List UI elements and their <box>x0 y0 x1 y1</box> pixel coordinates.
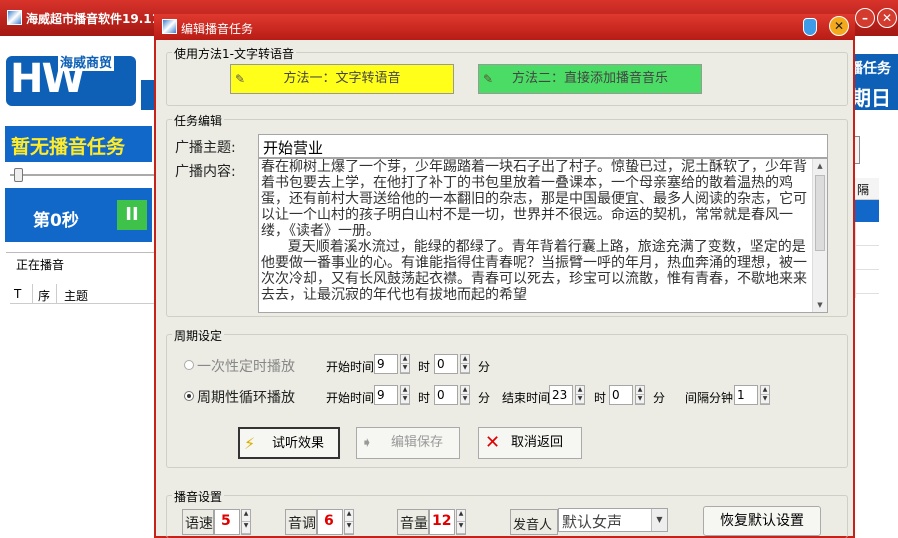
pitch-spinner[interactable]: ▲ ▼ <box>344 509 354 535</box>
tag-icon: ➧ <box>361 435 373 451</box>
content-textarea[interactable]: 春在柳树上爆了一个芽，少年踢踏着一块石子出了村子。惊蛰已过，泥土酥软了，少年背着… <box>258 158 828 313</box>
elapsed-seconds: 第0秒 <box>33 211 79 231</box>
method1-button[interactable]: ✎ 方法一：文字转语音 <box>230 64 454 94</box>
cycle-start-minute-spinner[interactable]: ▲ ▼ <box>460 385 470 405</box>
end-time-label: 结束时间 <box>502 391 551 405</box>
dialog-titlebar <box>154 14 855 40</box>
minimize-icon[interactable]: – <box>855 8 875 28</box>
restore-defaults-button[interactable]: 恢复默认设置 <box>703 506 821 536</box>
pen-icon: ✎ <box>483 72 494 86</box>
interval-input[interactable]: 1 <box>734 385 758 405</box>
volume-label: 音量 <box>397 509 429 535</box>
banner-strip <box>141 80 154 110</box>
task-edit-label: 任务编辑 <box>172 112 225 129</box>
period-group-label: 周期设定 <box>172 327 225 344</box>
once-start-hour-input[interactable]: 9 <box>374 354 398 374</box>
once-start-minute-input[interactable]: 0 <box>434 354 458 374</box>
hour-label: 时 <box>418 391 431 405</box>
interval-label: 间隔分钟 <box>685 391 734 405</box>
volume-input[interactable]: 12 <box>429 509 455 535</box>
main-button-edge <box>855 136 860 164</box>
dialog-close-icon[interactable]: ✕ <box>829 16 849 36</box>
company-logo: HW 海威商贸 <box>6 52 141 110</box>
broadcast-group-label: 播音设置 <box>172 488 225 505</box>
minute-label: 分 <box>478 360 491 374</box>
subject-input[interactable]: 开始营业 <box>258 134 828 158</box>
cycle-end-minute-spinner[interactable]: ▲ ▼ <box>635 385 645 405</box>
lightning-icon: ⚡ <box>244 434 256 453</box>
timer-panel: 第0秒 II <box>5 188 152 242</box>
pitch-input[interactable]: 6 <box>317 509 343 535</box>
subject-label: 广播主题: <box>175 140 236 156</box>
pitch-label: 音调 <box>285 509 317 535</box>
skin-icon[interactable] <box>803 18 817 36</box>
cycle-start-hour-input[interactable]: 9 <box>374 385 398 405</box>
cancel-button[interactable]: ✕ 取消返回 <box>478 427 582 459</box>
minute-label: 分 <box>478 391 491 405</box>
speed-input[interactable]: 5 <box>214 509 240 535</box>
progress-slider[interactable] <box>10 168 158 182</box>
preview-button[interactable]: ⚡ 试听效果 <box>238 427 340 459</box>
cycle-label: 周期性循环播放 <box>197 390 295 406</box>
schedule-table-header: 隔 <box>855 178 879 200</box>
save-button[interactable]: ➧ 编辑保存 <box>356 427 460 459</box>
hour-label: 时 <box>418 360 431 374</box>
dialog-title: 编辑播音任务 <box>181 22 254 36</box>
playing-label: 正在播音 <box>14 256 67 273</box>
minute-label: 分 <box>653 391 666 405</box>
cycle-radio[interactable] <box>184 391 194 401</box>
speaker-select[interactable]: 默认女声 ▼ <box>558 508 668 532</box>
once-hour-spinner[interactable]: ▲ ▼ <box>400 354 410 374</box>
cycle-start-hour-spinner[interactable]: ▲ ▼ <box>400 385 410 405</box>
cycle-end-minute-input[interactable]: 0 <box>609 385 633 405</box>
cycle-start-label: 开始时间 <box>326 391 375 405</box>
cancel-icon: ✕ <box>485 432 501 453</box>
playing-table-header: T 序 主题 <box>10 284 160 304</box>
close-icon[interactable]: ✕ <box>877 8 897 28</box>
main-window-title: 海威超市播音软件19.11 <box>26 12 160 26</box>
chevron-down-icon: ▼ <box>651 509 667 531</box>
speaker-label: 发音人 <box>510 509 558 535</box>
once-radio[interactable] <box>184 360 194 370</box>
cycle-end-hour-spinner[interactable]: ▲ ▼ <box>575 385 585 405</box>
method-group-label: 使用方法1-文字转语音 <box>172 45 296 62</box>
cycle-start-minute-input[interactable]: 0 <box>434 385 458 405</box>
volume-spinner[interactable]: ▲ ▼ <box>456 509 466 535</box>
schedule-rows <box>855 222 879 298</box>
hour-label: 时 <box>594 391 607 405</box>
method2-button[interactable]: ✎ 方法二：直接添加播音音乐 <box>478 64 702 94</box>
cycle-end-hour-input[interactable]: 23 <box>549 385 573 405</box>
content-label: 广播内容: <box>175 164 236 180</box>
content-scrollbar[interactable]: ▲ ▼ <box>812 159 827 312</box>
dialog-icon <box>162 19 177 34</box>
once-minute-spinner[interactable]: ▲ ▼ <box>460 354 470 374</box>
schedule-row-selected[interactable] <box>855 200 879 222</box>
pen-icon: ✎ <box>235 72 246 86</box>
speed-label: 语速 <box>182 509 214 535</box>
pause-button[interactable]: II <box>117 200 147 230</box>
once-label: 一次性定时播放 <box>197 359 295 375</box>
once-start-label: 开始时间 <box>326 360 375 374</box>
speed-spinner[interactable]: ▲ ▼ <box>241 509 251 535</box>
interval-spinner[interactable]: ▲ ▼ <box>760 385 770 405</box>
app-icon <box>7 10 22 25</box>
broadcast-status: 暂无播音任务 <box>5 126 152 162</box>
